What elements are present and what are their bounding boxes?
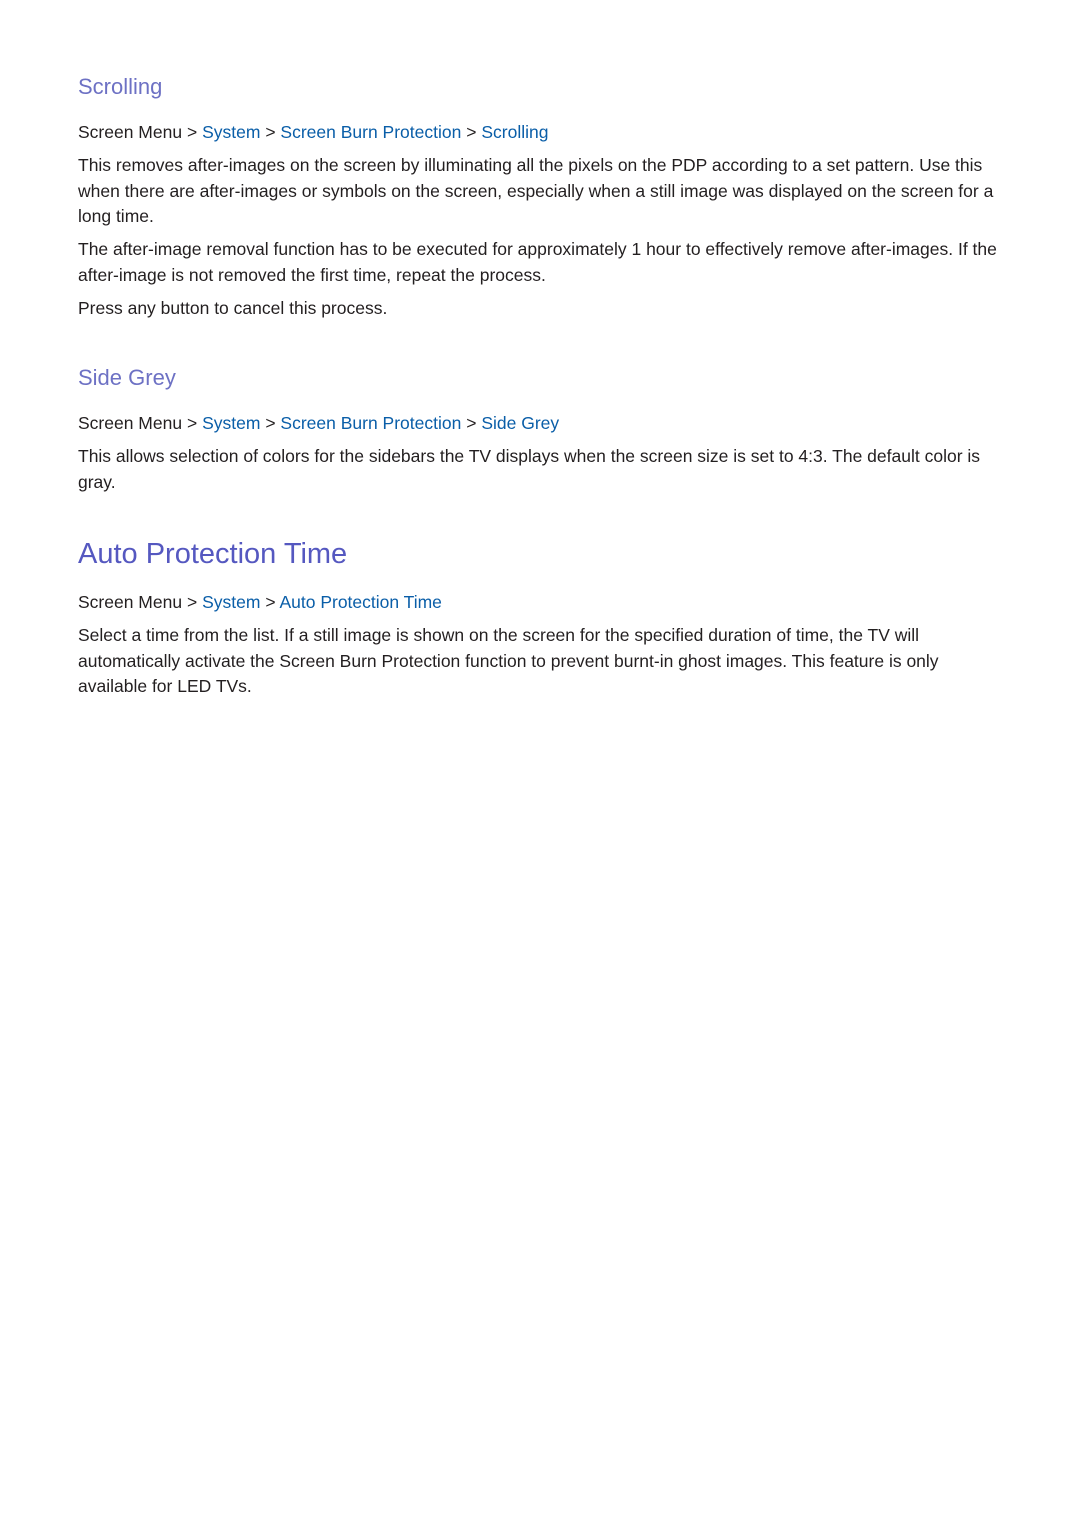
paragraph: This removes after-images on the screen … — [78, 155, 994, 226]
paragraph: This allows selection of colors for the … — [78, 446, 981, 492]
section-heading-side-grey: Side Grey — [78, 365, 176, 390]
path-separator: > — [466, 413, 477, 433]
paragraph: The after-image removal function has to … — [78, 239, 997, 285]
menu-path-side-grey: Screen Menu > System > Screen Burn Prote… — [78, 413, 559, 434]
path-item-screen-burn-protection[interactable]: Screen Burn Protection — [280, 122, 461, 142]
path-item-system[interactable]: System — [202, 122, 260, 142]
menu-path-auto-protection-time: Screen Menu > System > Auto Protection T… — [78, 592, 442, 613]
paragraph: Press any button to cancel this process. — [78, 298, 388, 318]
path-item-auto-protection-time[interactable]: Auto Protection Time — [279, 592, 441, 612]
path-separator: > — [265, 413, 276, 433]
path-separator: > — [186, 413, 198, 433]
path-root: Screen Menu — [78, 413, 183, 433]
path-separator: > — [186, 122, 198, 142]
path-item-scrolling[interactable]: Scrolling — [481, 122, 548, 142]
path-item-system[interactable]: System — [202, 413, 260, 433]
path-root: Screen Menu — [78, 592, 183, 612]
section-heading-scrolling: Scrolling — [78, 74, 163, 99]
path-separator: > — [466, 122, 477, 142]
path-item-system[interactable]: System — [202, 592, 260, 612]
menu-path-scrolling: Screen Menu > System > Screen Burn Prote… — [78, 122, 548, 143]
section-heading-auto-protection-time: Auto Protection Time — [78, 538, 348, 570]
paragraph: Select a time from the list. If a still … — [78, 625, 939, 696]
path-item-side-grey[interactable]: Side Grey — [481, 413, 559, 433]
path-separator: > — [265, 592, 276, 612]
path-separator: > — [265, 122, 276, 142]
path-separator: > — [186, 592, 198, 612]
path-item-screen-burn-protection[interactable]: Screen Burn Protection — [280, 413, 461, 433]
path-root: Screen Menu — [78, 122, 183, 142]
